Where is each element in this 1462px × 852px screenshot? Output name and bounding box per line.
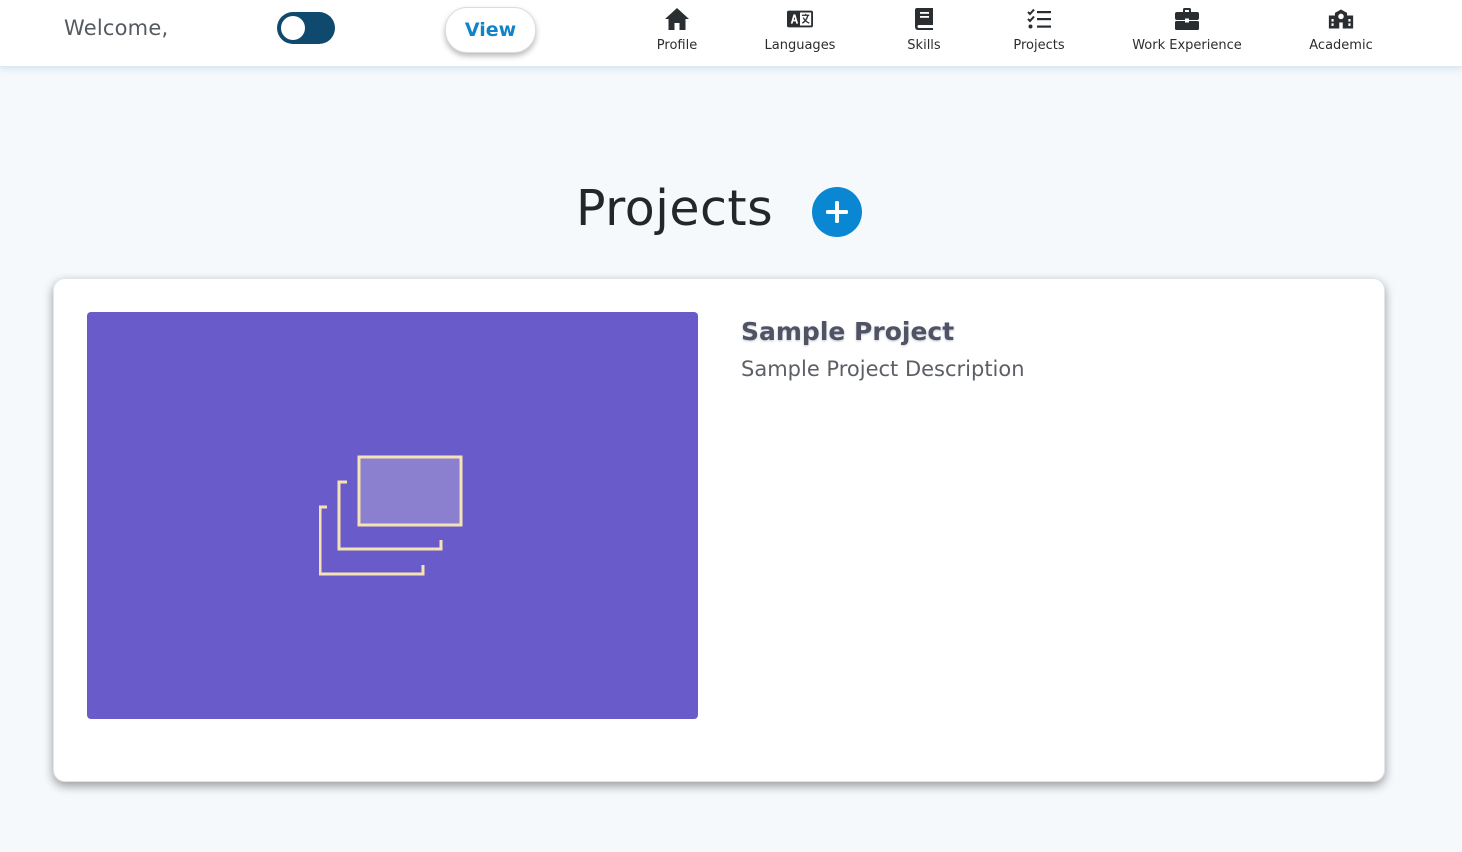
project-card: Sample Project Sample Project Descriptio… xyxy=(53,278,1385,782)
briefcase-icon xyxy=(1174,7,1200,31)
nav-item-projects[interactable]: Projects xyxy=(1006,7,1072,57)
theme-toggle[interactable] xyxy=(277,12,335,44)
nav-item-profile[interactable]: Profile xyxy=(650,7,704,57)
book-icon xyxy=(911,7,937,31)
plus-icon xyxy=(824,199,850,225)
nav-label-skills: Skills xyxy=(907,38,941,53)
images-placeholder-icon xyxy=(318,454,467,578)
nav-item-skills[interactable]: Skills xyxy=(896,7,952,57)
project-image[interactable] xyxy=(87,312,698,719)
nav-label-languages: Languages xyxy=(764,38,836,53)
nav-label-work-experience: Work Experience xyxy=(1132,38,1242,53)
list-check-icon xyxy=(1026,7,1052,31)
page-title: Projects xyxy=(576,180,774,237)
nav-label-projects: Projects xyxy=(1013,38,1065,53)
top-navbar: Welcome, View Profile Languages Skills P… xyxy=(0,0,1462,67)
welcome-text: Welcome, xyxy=(64,16,169,40)
nav-item-languages[interactable]: Languages xyxy=(760,7,840,57)
view-button[interactable]: View xyxy=(445,7,536,53)
toggle-knob xyxy=(281,16,305,40)
project-title: Sample Project xyxy=(741,317,955,346)
school-icon xyxy=(1328,7,1354,31)
project-description: Sample Project Description xyxy=(741,357,1025,381)
add-project-button[interactable] xyxy=(812,187,862,237)
nav-label-profile: Profile xyxy=(656,38,698,53)
nav-item-academic[interactable]: Academic xyxy=(1304,7,1378,57)
language-icon xyxy=(787,7,813,31)
nav-label-academic: Academic xyxy=(1309,38,1373,53)
home-icon xyxy=(664,7,690,31)
nav-item-work-experience[interactable]: Work Experience xyxy=(1126,7,1248,57)
